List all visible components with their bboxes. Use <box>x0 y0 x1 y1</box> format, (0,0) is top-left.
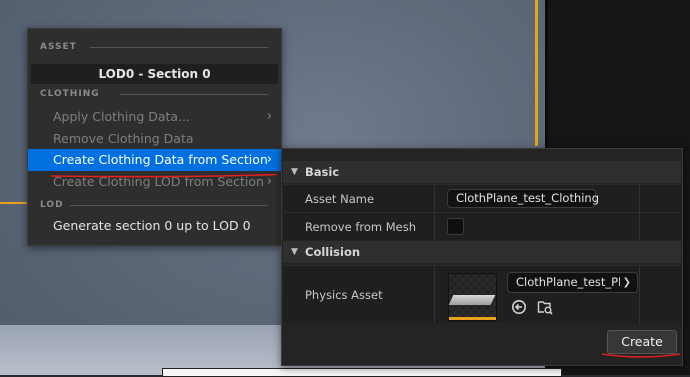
category-label: Basic <box>305 165 340 179</box>
menu-item-generate-section-lod[interactable]: Generate section 0 up to LOD 0 <box>28 215 281 237</box>
physics-asset-combo[interactable]: ClothPlane_test_Ph ❯ <box>507 272 638 293</box>
menu-item-remove-clothing-data[interactable]: Remove Clothing Data <box>28 128 281 150</box>
property-row-asset-name: Asset Name ClothPlane_test_Clothing <box>283 184 681 212</box>
triangle-down-icon: ▼ <box>291 167 298 177</box>
property-label: Asset Name <box>305 192 375 206</box>
category-label: Collision <box>305 245 361 259</box>
chevron-right-icon: › <box>266 152 272 167</box>
context-menu: ASSET LOD0 - Section 0 CLOTHING Apply Cl… <box>27 28 282 246</box>
section-divider <box>70 205 268 206</box>
triangle-down-icon: ▼ <box>291 247 298 257</box>
arrow-left-circle-icon[interactable] <box>511 299 527 315</box>
section-header-asset: ASSET <box>40 42 77 52</box>
category-collision[interactable]: ▼ Collision <box>283 241 681 263</box>
column-divider <box>434 266 435 323</box>
section-header-clothing: CLOTHING <box>40 89 100 99</box>
asset-type-bar <box>449 317 496 320</box>
annotation-underline <box>602 353 680 358</box>
bottom-bar <box>162 368 562 377</box>
property-label: Physics Asset <box>305 288 383 302</box>
combo-value: ClothPlane_test_Ph <box>516 275 626 289</box>
section-header-lod: LOD <box>40 200 64 210</box>
column-divider <box>639 213 640 240</box>
column-divider <box>639 266 640 323</box>
lod-section-banner: LOD0 - Section 0 <box>31 64 278 84</box>
menu-item-label: Generate section 0 up to LOD 0 <box>53 218 251 233</box>
selection-outline-vertical <box>535 0 538 146</box>
property-row-physics-asset: Physics Asset ClothPlane_test_Ph ❯ <box>283 265 681 323</box>
chevron-down-icon: ❯ <box>619 273 631 292</box>
physics-asset-thumbnail[interactable] <box>448 273 497 321</box>
column-divider <box>434 185 435 212</box>
menu-item-apply-clothing-data[interactable]: Apply Clothing Data... › <box>28 106 281 128</box>
section-divider <box>120 94 268 95</box>
menu-item-label: Apply Clothing Data... <box>53 109 191 124</box>
menu-item-label: Remove Clothing Data <box>53 131 194 146</box>
column-divider <box>639 185 640 212</box>
selection-outline-horizontal <box>0 202 28 204</box>
column-divider <box>434 213 435 240</box>
folder-search-icon[interactable] <box>537 299 553 315</box>
annotation-underline <box>51 174 277 178</box>
chevron-right-icon: › <box>266 109 272 124</box>
remove-from-mesh-checkbox[interactable] <box>447 218 464 235</box>
section-divider <box>90 47 268 48</box>
asset-name-input[interactable]: ClothPlane_test_Clothing <box>447 189 599 208</box>
property-label: Remove from Mesh <box>305 220 417 234</box>
property-row-remove-from-mesh: Remove from Mesh <box>283 212 681 240</box>
plane-mesh-preview <box>448 295 496 305</box>
menu-item-create-clothing-data-from-section[interactable]: Create Clothing Data from Section › <box>28 149 281 171</box>
create-clothing-panel: ▼ Basic Asset Name ClothPlane_test_Cloth… <box>281 148 683 366</box>
category-basic[interactable]: ▼ Basic <box>283 161 681 183</box>
menu-item-label: Create Clothing Data from Section <box>53 152 268 167</box>
